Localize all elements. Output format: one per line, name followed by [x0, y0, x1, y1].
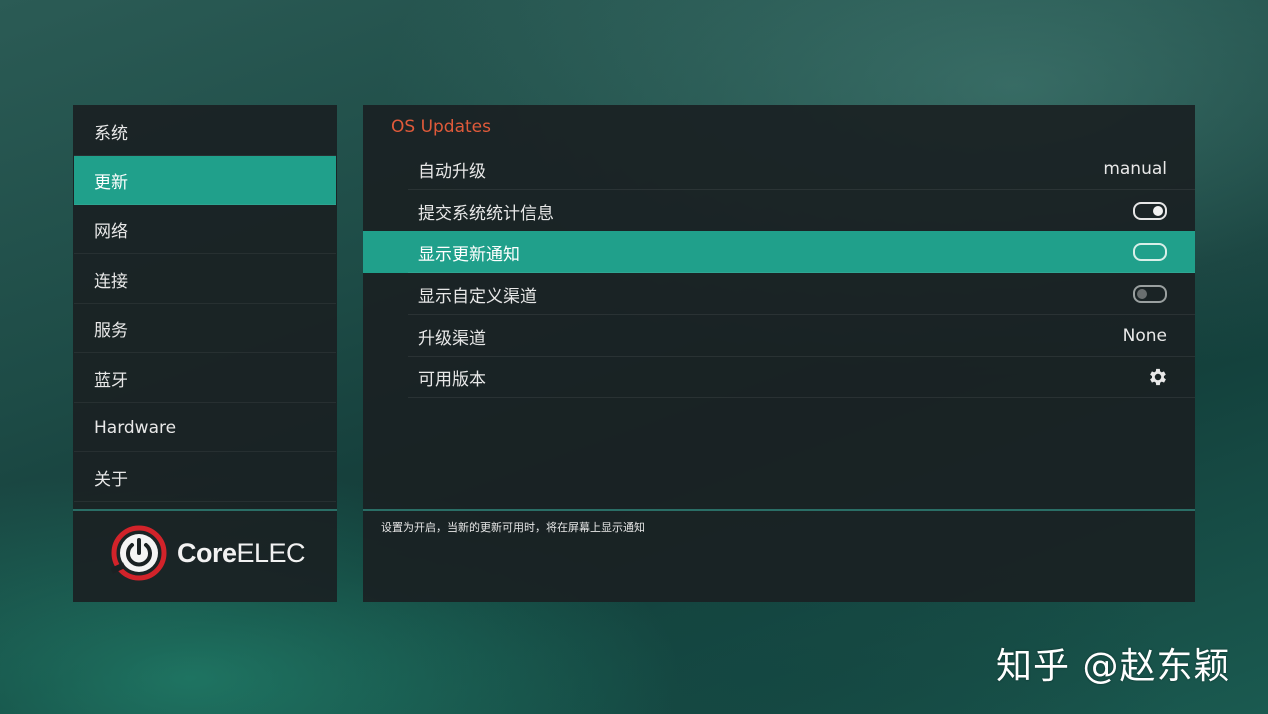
logo-elec-text: ELEC [236, 537, 306, 568]
settings-sidebar: 系统 更新 网络 连接 服务 蓝牙 Hardware 关于 CoreELEC [73, 105, 337, 602]
sidebar-divider [73, 509, 337, 511]
setting-label: 升级渠道 [418, 328, 486, 349]
sidebar-item-label: 服务 [94, 321, 128, 341]
setting-description: 设置为开启，当新的更新可用时，将在屏幕上显示通知 [381, 521, 645, 534]
logo-core-text: Core [177, 537, 237, 568]
power-logo-icon [111, 525, 167, 581]
setting-label: 显示自定义渠道 [418, 286, 537, 307]
setting-value: manual [1103, 159, 1167, 179]
sidebar-item-hardware[interactable]: Hardware [74, 403, 336, 452]
gear-icon[interactable] [1147, 366, 1169, 388]
toggle-focused-icon[interactable] [1133, 243, 1167, 261]
sidebar-item-services[interactable]: 服务 [74, 304, 336, 353]
sidebar-item-update[interactable]: 更新 [74, 156, 336, 205]
sidebar-item-label: 网络 [94, 222, 128, 242]
setting-available-versions[interactable]: 可用版本 [363, 356, 1195, 398]
setting-label: 显示更新通知 [418, 244, 520, 265]
setting-value: None [1122, 326, 1167, 346]
panel-divider [363, 509, 1195, 511]
setting-label: 可用版本 [418, 369, 486, 390]
sidebar-item-label: 连接 [94, 272, 128, 292]
settings-panel: OS Updates 自动升级 manual 提交系统统计信息 显示更新通知 显… [363, 105, 1195, 602]
sidebar-item-label: 更新 [94, 173, 128, 193]
sidebar-item-label: 蓝牙 [94, 371, 128, 391]
setting-show-update-notification[interactable]: 显示更新通知 [363, 231, 1195, 273]
sidebar-item-label: Hardware [94, 417, 177, 438]
watermark: 知乎 @赵东颖 [996, 646, 1231, 687]
toggle-off-icon[interactable] [1133, 285, 1167, 303]
sidebar-item-label: 系统 [94, 124, 128, 144]
setting-show-custom-channels[interactable]: 显示自定义渠道 [363, 273, 1195, 315]
coreelec-logo: CoreELEC [111, 523, 311, 583]
sidebar-item-about[interactable]: 关于 [74, 453, 336, 502]
toggle-on-icon[interactable] [1133, 202, 1167, 220]
setting-submit-stats[interactable]: 提交系统统计信息 [363, 190, 1195, 232]
logo-wordmark: CoreELEC [177, 537, 306, 569]
setting-update-channel[interactable]: 升级渠道 None [363, 315, 1195, 357]
section-title: OS Updates [391, 117, 491, 137]
sidebar-item-bluetooth[interactable]: 蓝牙 [74, 354, 336, 403]
sidebar-item-network[interactable]: 网络 [74, 205, 336, 254]
setting-label: 自动升级 [418, 161, 486, 182]
setting-auto-update[interactable]: 自动升级 manual [363, 148, 1195, 190]
sidebar-item-system[interactable]: 系统 [74, 107, 336, 156]
sidebar-item-label: 关于 [94, 470, 128, 490]
setting-label: 提交系统统计信息 [418, 203, 554, 224]
sidebar-item-connections[interactable]: 连接 [74, 255, 336, 304]
